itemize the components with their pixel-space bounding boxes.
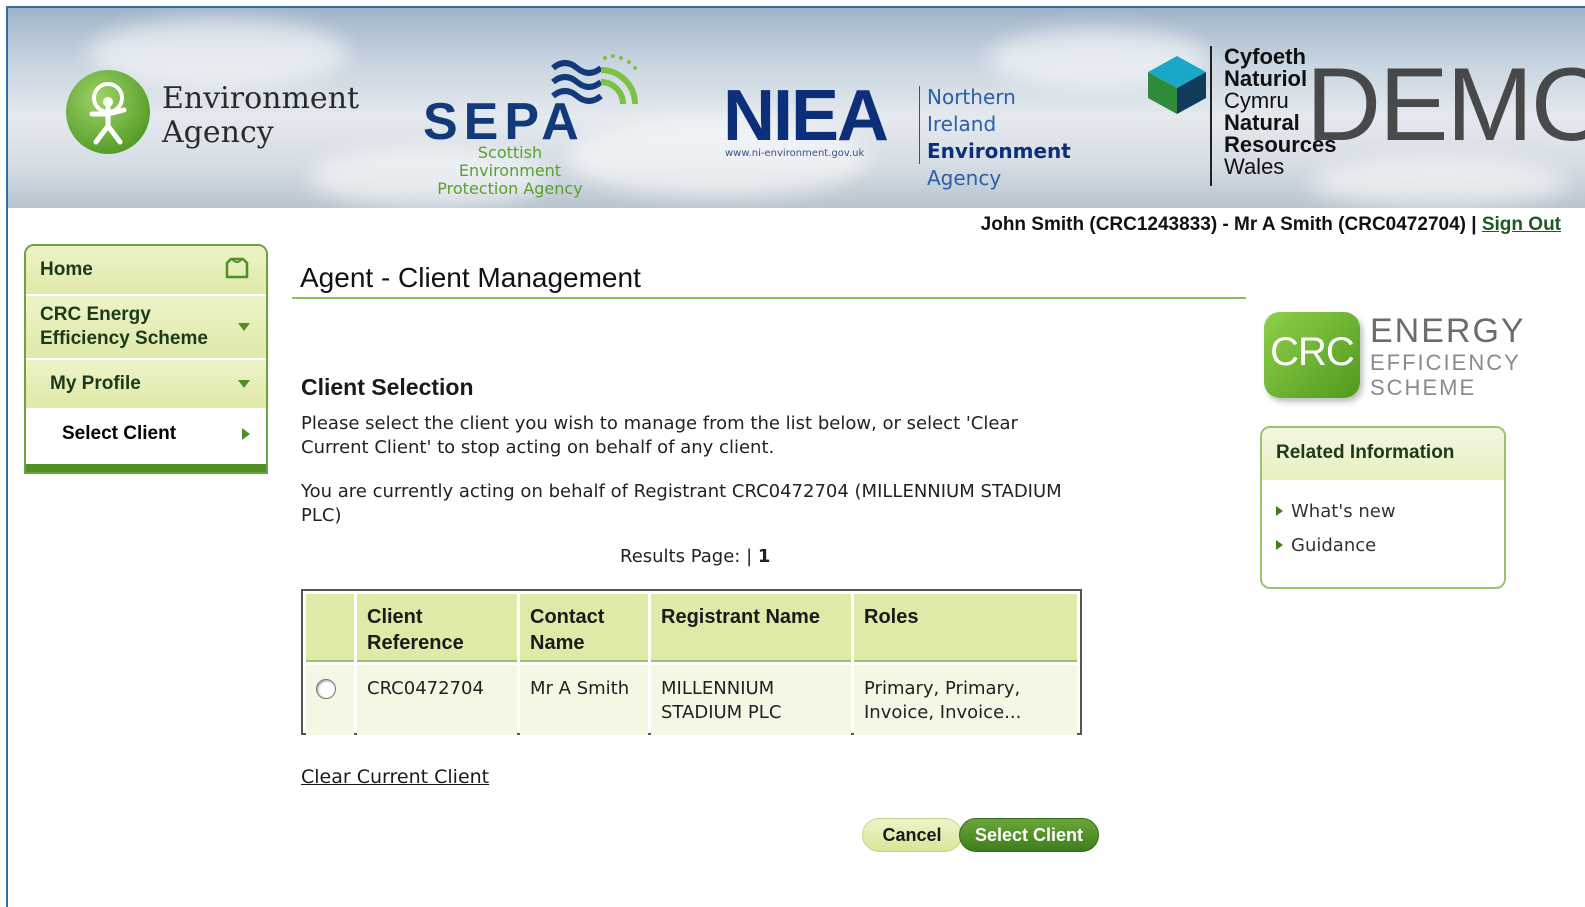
niea-divider [919, 86, 920, 164]
related-link-guidance[interactable]: Guidance [1276, 528, 1490, 562]
column-header-client-reference: Client Reference [357, 594, 517, 662]
table-header-row: Client Reference Contact Name Registrant… [306, 594, 1077, 662]
clear-current-client-link[interactable]: Clear Current Client [301, 766, 489, 788]
niea-line2: Environment [927, 139, 1071, 163]
crc-energy-logo: CRC ENERGY EFFICIENCY SCHEME [1264, 312, 1524, 404]
title-divider [292, 297, 1246, 299]
nrw-divider [1210, 46, 1212, 186]
related-link-whats-new[interactable]: What's new [1276, 494, 1490, 528]
nav-home[interactable]: Home [26, 246, 266, 296]
client-radio-button[interactable] [316, 679, 336, 699]
nav-my-profile[interactable]: My Profile [26, 360, 266, 410]
crc-logo-text: CRC [1270, 330, 1355, 374]
nav-select-client-label: Select Client [62, 423, 177, 444]
user-identity: John Smith (CRC1243833) - Mr A Smith (CR… [980, 214, 1482, 235]
column-header-contact-name: Contact Name [520, 594, 648, 662]
column-header-roles: Roles [854, 594, 1077, 662]
select-client-button[interactable]: Select Client [959, 818, 1099, 852]
page-title: Agent - Client Management [300, 262, 641, 293]
instructions-text: Please select the client you wish to man… [301, 413, 1018, 458]
related-information-list: What's new Guidance [1262, 480, 1504, 576]
results-page-number: 1 [757, 546, 771, 567]
nav-home-label: Home [40, 259, 93, 280]
chevron-down-icon [238, 380, 250, 388]
niea-wordmark: NIEA [723, 76, 889, 156]
chevron-right-icon [1276, 506, 1283, 516]
nav-bottom-bar [26, 464, 266, 472]
left-nav: Home CRC Energy Efficiency Scheme My Pro… [24, 244, 268, 474]
column-header-registrant-name: Registrant Name [651, 594, 851, 662]
nav-crc-label: CRC Energy Efficiency Scheme [40, 304, 208, 349]
niea-line1: Northern Ireland [927, 85, 1016, 136]
niea-line3: Agency [927, 166, 1002, 190]
related-information-panel: Related Information What's new Guidance [1260, 426, 1506, 589]
demo-watermark: DEMO [1306, 47, 1585, 163]
ea-line2: Agency [162, 115, 274, 150]
client-table: Client Reference Contact Name Registrant… [301, 589, 1082, 735]
sign-out-link[interactable]: Sign Out [1482, 214, 1561, 235]
sepa-logo: SEPA Scottish Environment Protection Age… [423, 50, 653, 198]
ea-line1: Environment [162, 81, 360, 116]
niea-url: www.ni-environment.gov.uk [725, 148, 865, 159]
nrw-emblem-icon [1146, 54, 1208, 120]
user-bar: John Smith (CRC1243833) - Mr A Smith (CR… [981, 214, 1561, 236]
related-link-label: Guidance [1291, 534, 1377, 556]
header-banner: Environment Agency SEPA Scottish Environ… [8, 8, 1585, 208]
results-label: Results Page: | [620, 546, 758, 567]
crc-word-scheme: SCHEME [1370, 375, 1477, 400]
sepa-sub-line2: Protection Agency [437, 179, 583, 198]
environment-agency-logo: Environment Agency [66, 70, 360, 170]
related-link-label: What's new [1291, 500, 1396, 522]
niea-logo: NIEA www.ni-environment.gov.uk Northern … [723, 76, 1083, 190]
cell-roles: Primary, Primary, Invoice, Invoice... [854, 665, 1077, 735]
table-row[interactable]: CRC0472704 Mr A Smith MILLENNIUM STADIUM… [306, 665, 1077, 735]
crc-word-energy: ENERGY [1370, 312, 1526, 350]
results-pager: Results Page: | 1 [620, 546, 770, 567]
crc-logo-box: CRC [1264, 312, 1360, 398]
section-title: Client Selection [301, 374, 474, 400]
nav-my-profile-label: My Profile [50, 373, 141, 394]
nav-crc-scheme[interactable]: CRC Energy Efficiency Scheme [26, 296, 266, 360]
crc-word-efficiency: EFFICIENCY [1370, 350, 1521, 375]
chevron-down-icon [238, 323, 250, 331]
cell-contact-name: Mr A Smith [520, 665, 648, 735]
nav-select-client[interactable]: Select Client [26, 410, 266, 460]
cell-client-reference: CRC0472704 [357, 665, 517, 735]
column-header-select [306, 594, 354, 662]
chevron-right-icon [1276, 540, 1283, 550]
related-information-title: Related Information [1262, 428, 1504, 480]
cancel-button[interactable]: Cancel [862, 818, 962, 852]
cell-registrant-name: MILLENNIUM STADIUM PLC [651, 665, 851, 735]
row-select-cell [306, 665, 354, 735]
chevron-right-icon [242, 428, 250, 440]
current-client-status: You are currently acting on behalf of Re… [301, 481, 1062, 526]
home-icon [224, 257, 250, 283]
sepa-sub-line1: Scottish Environment [458, 143, 562, 180]
environment-agency-emblem-icon [66, 70, 150, 154]
